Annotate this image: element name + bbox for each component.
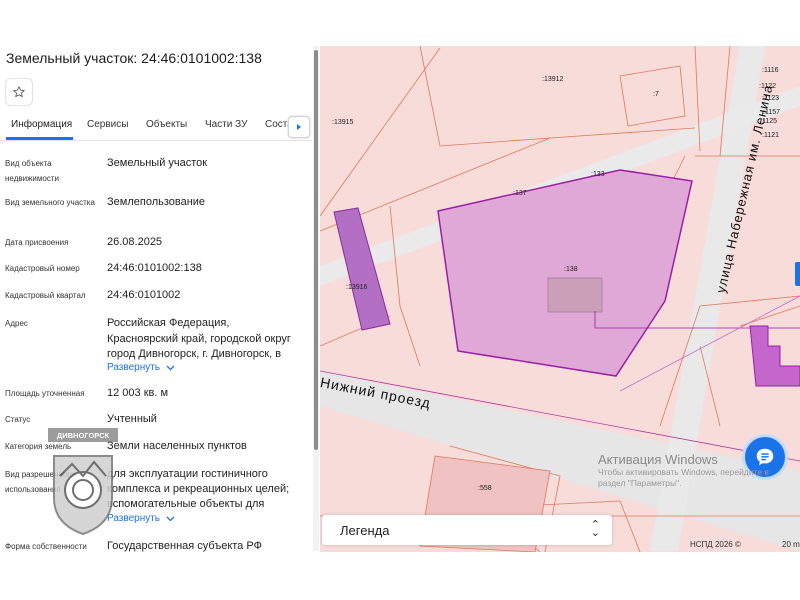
page-title: Земельный участок: 24:46:0101002:138	[6, 50, 262, 66]
up-down-chevron-icon: ⌃ ⌄	[590, 519, 600, 539]
tab-objects[interactable]: Объекты	[146, 119, 187, 130]
selected-parcel-138[interactable]	[437, 169, 693, 377]
field-value-address-line-1: Российская Федерация,	[107, 317, 230, 329]
field-value-address-line-3: город Дивногорск, г. Дивногорск, в	[107, 348, 282, 360]
watermark-line-2: раздел "Параметры".	[598, 478, 682, 488]
scrollbar-thumb[interactable]	[314, 50, 318, 450]
chevron-down-icon	[166, 365, 175, 370]
parcel-label-1116: :1116	[762, 67, 779, 74]
legend-dropdown[interactable]: Легенда ⌃ ⌄	[322, 515, 612, 545]
parcel-right-building[interactable]	[749, 325, 800, 387]
field-value-land-category: Земли населенных пунктов	[107, 440, 247, 452]
field-value-permitted-use-line-3: вспомогательные объекты для	[107, 498, 265, 510]
parcel-label-138: :138	[564, 266, 578, 273]
watermark-line-1: Чтобы активировать Windows, перейдите в	[598, 467, 769, 477]
tab-information[interactable]: Информация	[11, 119, 72, 130]
field-label-cadastral-quarter: Кадастровый квартал	[5, 291, 86, 300]
building-footprint	[547, 277, 603, 313]
field-value-status: Учтенный	[107, 413, 157, 425]
map-attribution: НСПД 2026 ©	[690, 540, 741, 549]
field-value-parcel-type: Землепользование	[107, 196, 206, 208]
field-label-status: Статус	[5, 415, 31, 424]
field-value-address-line-2: Красноярский край, городской округ	[107, 333, 291, 345]
field-label-assignment-date: Дата присвоения	[5, 238, 69, 247]
field-label-address: Адрес	[5, 319, 28, 328]
legend-label: Легенда	[340, 523, 390, 538]
divnogorsk-logo: ДИВНОГОРСК	[48, 428, 118, 538]
panel-scrollbar[interactable]	[313, 46, 319, 551]
parcel-label-558: :558	[478, 485, 492, 492]
map-scale: 20 m	[782, 540, 800, 549]
windows-activation-watermark: Активация Windows Чтобы активировать Win…	[598, 452, 769, 489]
field-value-cadastral-number: 24:46:0101002:138	[107, 262, 202, 274]
map-side-handle[interactable]	[795, 262, 800, 286]
address-expand-link[interactable]: Развернуть	[107, 362, 175, 373]
field-label-cadastral-number: Кадастровый номер	[5, 264, 80, 273]
field-label-object-type: Вид объекта недвижимости	[5, 159, 59, 183]
bottom-blank-area	[0, 552, 800, 600]
field-value-cadastral-quarter: 24:46:0101002	[107, 289, 181, 301]
field-label-parcel-type: Вид земельного участка	[5, 198, 95, 207]
active-tab-indicator	[6, 137, 73, 140]
chevron-right-icon	[297, 124, 301, 130]
parcel-label-137: :137	[513, 190, 527, 197]
star-icon	[13, 86, 25, 98]
field-value-area: 12 003 кв. м	[107, 387, 169, 399]
field-label-ownership: Форма собственности	[5, 542, 87, 551]
favorite-button[interactable]	[5, 78, 33, 106]
field-value-object-type: Земельный участок	[107, 157, 208, 169]
chevron-down-icon	[166, 516, 175, 521]
tabs-scroll-right-button[interactable]	[288, 116, 310, 138]
logo-text: ДИВНОГОРСК	[57, 431, 110, 440]
field-value-permitted-use-line-2: комплекса и рекреационных целей;	[107, 483, 290, 495]
info-panel: Земельный участок: 24:46:0101002:138 Инф…	[0, 0, 312, 552]
field-value-assignment-date: 26.08.2025	[107, 236, 163, 248]
parcel-label-13916: :13916	[346, 284, 368, 291]
parcel-label-13912: :13912	[542, 76, 564, 83]
parcel-label-7: :7	[653, 91, 659, 98]
tab-parcel-parts[interactable]: Части ЗУ	[205, 119, 247, 130]
field-value-permitted-use-line-1: для эксплуатации гостиничного	[107, 468, 268, 480]
expand-label: Развернуть	[107, 362, 161, 373]
tab-services[interactable]: Сервисы	[87, 119, 128, 130]
field-label-area: Площадь уточненная	[5, 389, 85, 398]
parcel-label-133: :133	[591, 171, 605, 178]
field-value-ownership: Государственная субъекта РФ	[107, 540, 262, 552]
watermark-title: Активация Windows	[598, 452, 718, 467]
parcel-label-13915: :13915	[332, 119, 354, 126]
